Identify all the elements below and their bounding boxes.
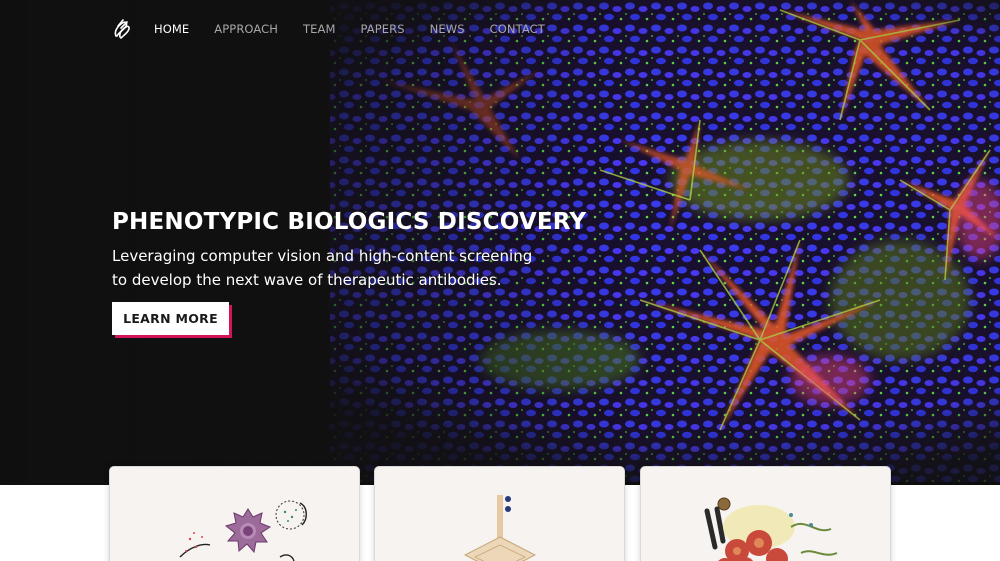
nav-item-approach[interactable]: APPROACH	[214, 18, 278, 40]
feature-card-screening[interactable]	[374, 466, 625, 561]
immune-cell-illustration	[179, 500, 307, 561]
learn-more-button[interactable]: LEARN MORE	[112, 302, 229, 335]
nav-item-papers[interactable]: PAPERS	[361, 18, 405, 40]
nav-item-home[interactable]: HOME	[154, 18, 189, 40]
hero-section: HOME APPROACH TEAM PAPERS NEWS CONTACT P…	[0, 0, 1000, 485]
screening-plate-illustration	[463, 495, 537, 561]
nav-item-contact[interactable]: CONTACT	[490, 18, 545, 40]
nav-item-news[interactable]: NEWS	[430, 18, 465, 40]
hero-title: PHENOTYPIC BIOLOGICS DISCOVERY	[112, 209, 587, 235]
main-nav: HOME APPROACH TEAM PAPERS NEWS CONTACT	[112, 18, 570, 40]
hero-subtitle: Leveraging computer vision and high-cont…	[112, 247, 533, 289]
feature-card-tissue[interactable]	[640, 466, 891, 561]
tissue-antibody-illustration	[704, 497, 838, 561]
feature-card-immune[interactable]	[109, 466, 360, 561]
hero-overlay	[0, 0, 1000, 485]
rootpath-logo-icon[interactable]	[112, 18, 132, 40]
nav-item-team[interactable]: TEAM	[303, 18, 335, 40]
